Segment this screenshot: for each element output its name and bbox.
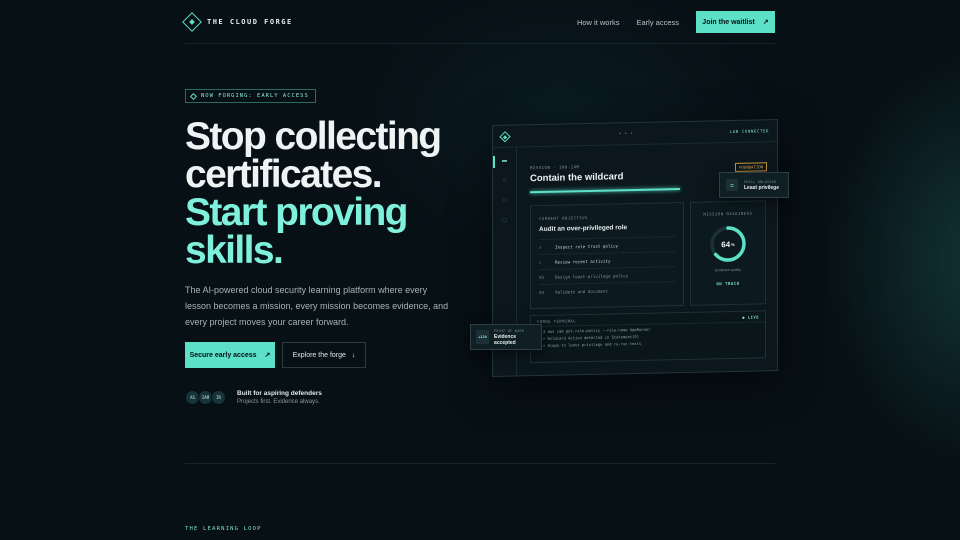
background-glow [0,0,960,540]
document-icon[interactable]: ▢ [502,218,507,224]
readiness-number: 64 [721,239,731,249]
explore-forge-button[interactable]: Explore the forge ↓ [282,342,366,368]
mission-progress-bar [530,188,680,194]
readiness-gauge: 64% [708,224,748,265]
hero-subcopy: The AI-powered cloud security learning p… [185,285,449,327]
toast-kicker: SKILL UNLOCKED [744,179,777,184]
xp-badge: +120 [476,330,490,344]
top-nav: THE CLOUD FORGE How it works Early acces… [182,11,775,33]
early-access-badge: NOW FORGING: EARLY ACCESS [185,89,316,103]
readiness-caption: Evidence quality [714,267,742,273]
nav-links: How it works Early access Join the waitl… [577,11,775,33]
social-proof-subtitle: Projects first. Evidence always. [237,399,320,405]
task-number: 03 [539,274,545,280]
evidence-accepted-toast: +120 PROOF OF WORK Evidence accepted [470,324,542,350]
social-proof-title: Built for aspiring defenders [237,390,322,397]
nav-divider [185,43,775,44]
nav-link-how-it-works[interactable]: How it works [577,18,620,27]
toast-kicker: PROOF OF WORK [494,328,525,333]
check-icon: ✓ [539,259,542,265]
shield-icon[interactable]: ◇ [503,178,507,184]
headline-line-1: Stop collecting [185,115,442,158]
badge-label: NOW FORGING: EARLY ACCESS [201,93,309,99]
level-tag: FOUNDATION [735,162,768,172]
nav-link-early-access[interactable]: Early access [636,18,679,27]
readiness-unit: % [731,241,735,247]
mission-title: Contain the wildcard [530,171,624,185]
readiness-card: MISSION READINESS 64% Evidence quality O… [690,200,766,306]
skill-unlocked-toast: ⚿ SKILL UNLOCKED Least privilege [719,172,789,198]
section-label-learning-loop: THE LEARNING LOOP [185,526,262,532]
forge-logo-icon [499,130,511,142]
key-icon: ⚿ [726,179,738,191]
network-icon[interactable]: ⬡ [502,198,506,204]
secure-early-access-button[interactable]: Secure early access ↗ [185,342,275,368]
readiness-value: 64% [708,224,748,265]
brand-name: THE CLOUD FORGE [207,18,293,26]
section-divider [185,463,775,464]
terminal-title: FORGE TERMINAL [537,317,577,324]
toast-value: Evidence accepted [494,333,517,346]
forge-logo-icon [182,12,202,32]
objective-kicker: CURRENT OBJECTIVE [539,214,589,222]
task-item[interactable]: 04 Validate and document [539,281,675,300]
arrow-up-right-icon: ↗ [762,19,769,26]
avatar: IR [211,390,226,405]
join-waitlist-label: Join the waitlist [702,18,755,26]
task-label: Inspect role trust policy [555,242,619,250]
window-dots: • • • [619,130,634,137]
lab-status: LAB CONNECTED [729,128,769,135]
forge-terminal[interactable]: FORGE TERMINAL ● LIVE $ aws iam get-role… [530,310,766,364]
mission-id: MISSION · 108-IAM [530,164,580,171]
readiness-status: ON TRACK [716,280,740,287]
active-indicator [493,155,495,168]
task-label: Validate and document [555,288,608,295]
diamond-icon [189,92,198,100]
brand[interactable]: THE CLOUD FORGE [182,12,293,32]
objective-title: Audit an over-privileged role [539,224,628,234]
objective-card: CURRENT OBJECTIVE Audit an over-privileg… [530,201,684,310]
arrow-up-right-icon: ↗ [264,352,271,359]
dashboard-icon[interactable]: ▬ [502,158,507,164]
explore-forge-label: Explore the forge [292,351,346,359]
task-label: Design least-privilege policy [555,272,629,280]
secure-early-access-label: Secure early access [189,351,257,359]
headline-line-4: skills. [185,229,284,272]
task-label: Review recent activity [555,258,611,265]
join-waitlist-button[interactable]: Join the waitlist ↗ [696,11,775,33]
headline-line-3: Start proving [185,191,408,234]
arrow-down-icon: ↓ [351,351,356,359]
headline-line-2: certificates. [185,153,383,196]
mockup-topbar: • • • LAB CONNECTED [493,120,777,148]
readiness-kicker: MISSION READINESS [703,210,753,217]
live-indicator: ● LIVE [742,313,759,320]
task-number: 04 [539,289,545,295]
toast-value: Least privilege [744,184,780,191]
check-icon: ✓ [539,244,542,250]
hero-headline: Stop collecting certificates. Start prov… [185,115,465,272]
avatar-group: AS IAM IR [185,390,226,405]
